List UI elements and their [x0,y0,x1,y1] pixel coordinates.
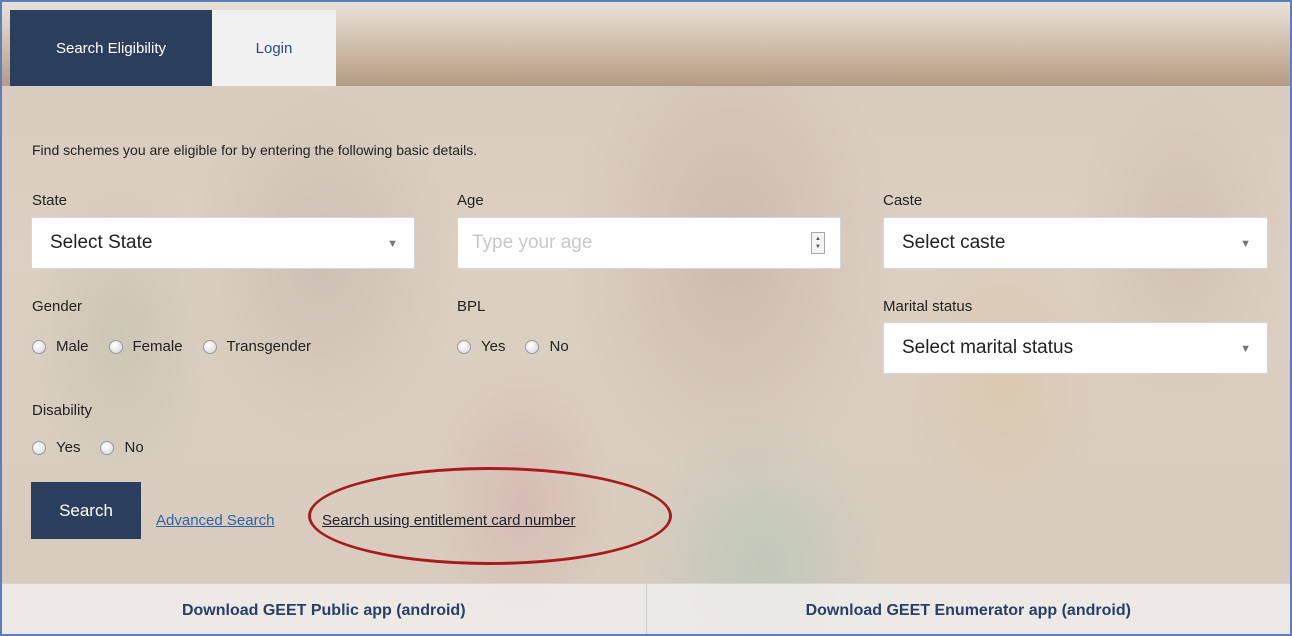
tab-bar: Search Eligibility Login [10,10,336,86]
radio-icon [108,339,123,354]
gender-male-radio[interactable]: Male [32,338,89,355]
tab-search-eligibility[interactable]: Search Eligibility [10,10,212,86]
age-spinner-icon[interactable]: ▲ ▼ [811,232,825,254]
radio-icon [32,339,46,354]
search-button[interactable]: Search [31,482,141,539]
state-select-value: Select State [50,232,153,253]
disability-no-radio[interactable]: No [100,439,144,456]
state-label: State [32,192,68,209]
disability-radio-group: Yes No [32,439,164,456]
gender-radio-group: Male Female Transgender [32,338,331,355]
gender-transgender-radio[interactable]: Transgender [202,338,312,355]
marital-status-label: Marital status [883,298,973,315]
radio-icon [32,440,46,455]
bpl-label: BPL [457,298,486,315]
disability-yes-radio[interactable]: Yes [32,439,80,456]
caste-label: Caste [883,192,923,209]
radio-icon [525,339,540,354]
advanced-search-link[interactable]: Advanced Search [156,512,274,529]
page-frame: Search Eligibility Login Find schemes yo… [0,0,1292,636]
radio-icon [202,339,217,354]
gender-female-label: Female [132,338,183,355]
gender-label: Gender [32,298,83,315]
radio-icon [457,339,471,354]
age-label: Age [457,192,484,209]
chevron-down-icon: ▼ [387,238,398,251]
age-input[interactable] [457,217,841,269]
bpl-no-radio[interactable]: No [525,338,569,355]
caste-select-value: Select caste [902,232,1006,253]
bpl-radio-group: Yes No [457,338,589,355]
download-public-app-link[interactable]: Download GEET Public app (android) [2,584,646,634]
footer-bar: Download GEET Public app (android) Downl… [2,583,1291,634]
marital-status-select[interactable]: Select marital status ▼ [883,322,1268,374]
disability-label: Disability [32,402,93,419]
download-enumerator-app-link[interactable]: Download GEET Enumerator app (android) [647,584,1291,634]
gender-male-label: Male [56,338,89,355]
gender-female-radio[interactable]: Female [108,338,183,355]
radio-icon [100,440,115,455]
marital-status-select-value: Select marital status [902,337,1074,358]
bpl-no-label: No [549,338,569,355]
bpl-yes-label: Yes [481,338,506,355]
chevron-down-icon: ▼ [1240,343,1251,356]
tab-login[interactable]: Login [212,10,336,86]
bpl-yes-radio[interactable]: Yes [457,338,505,355]
disability-no-label: No [124,439,144,456]
disability-yes-label: Yes [56,439,81,456]
state-select[interactable]: Select State ▼ [31,217,415,269]
chevron-down-icon: ▼ [1240,238,1251,251]
gender-transgender-label: Transgender [226,338,312,355]
intro-text: Find schemes you are eligible for by ent… [32,142,478,158]
entitlement-card-search-link[interactable]: Search using entitlement card number [322,512,575,529]
caste-select[interactable]: Select caste ▼ [883,217,1268,269]
